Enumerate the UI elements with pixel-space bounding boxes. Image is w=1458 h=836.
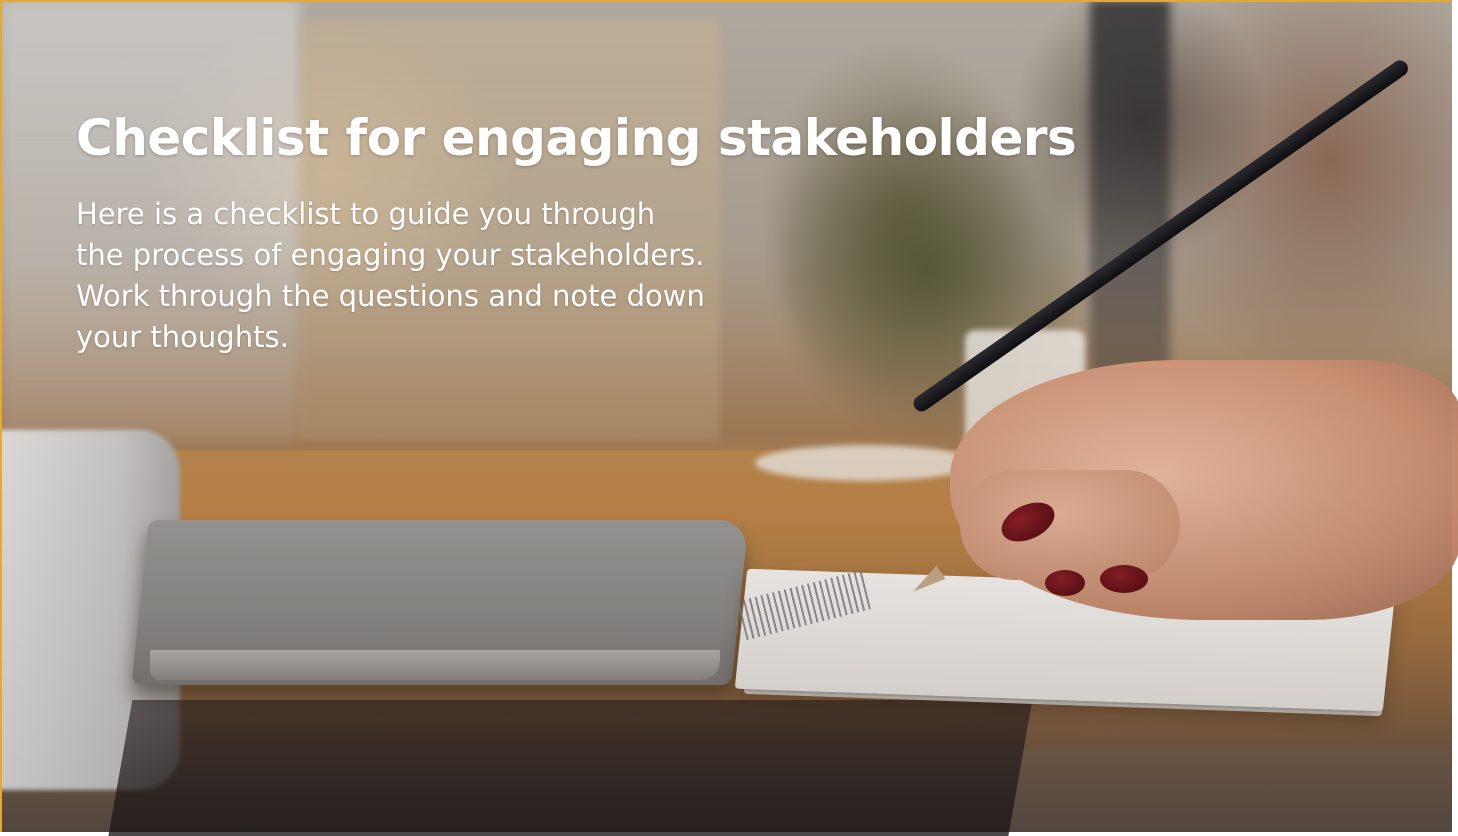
intro-line: Work through the questions and note down: [76, 279, 705, 313]
slide: Checklist for engaging stakeholders Here…: [0, 0, 1458, 836]
intro-line: your thoughts.: [76, 320, 289, 354]
intro-line: the process of engaging your stakeholder…: [76, 238, 705, 272]
intro-line: Here is a checklist to guide you through: [76, 197, 656, 231]
page-title: Checklist for engaging stakeholders: [76, 109, 1077, 167]
intro-text: Here is a checklist to guide you through…: [76, 194, 796, 358]
